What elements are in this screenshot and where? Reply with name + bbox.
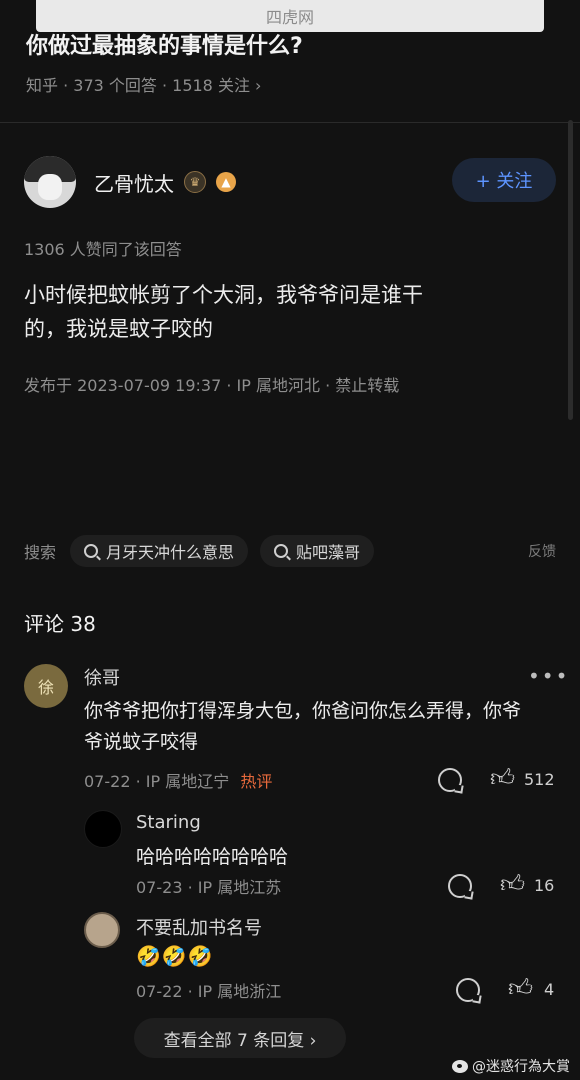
commenter-avatar[interactable] xyxy=(84,912,120,948)
commenter-avatar[interactable]: 徐 xyxy=(24,664,68,708)
search-icon xyxy=(274,544,289,558)
commenter-name[interactable]: 徐哥 xyxy=(84,664,120,690)
divider xyxy=(0,122,580,123)
comment-meta: 07-22 · IP 属地辽宁 热评 xyxy=(84,768,272,792)
weibo-icon xyxy=(452,1059,468,1073)
scrollbar[interactable] xyxy=(568,120,573,420)
weibo-watermark: @迷惑行為大賞 xyxy=(452,1056,570,1076)
weibo-watermark-text: @迷惑行為大賞 xyxy=(472,1059,570,1075)
more-options-icon[interactable]: ••• xyxy=(528,664,569,688)
like-count: 16 xyxy=(534,876,555,895)
reply-icon[interactable] xyxy=(438,768,462,792)
commenter-name[interactable]: 不要乱加书名号 xyxy=(136,914,262,940)
answer-line: 的，我说是蚊子咬的 xyxy=(24,317,213,341)
comments-heading: 评论 38 xyxy=(24,612,96,636)
author-name[interactable]: 乙骨忧太 xyxy=(94,168,174,197)
commenter-name[interactable]: Staring xyxy=(136,812,201,833)
search-chip[interactable]: 贴吧藻哥 xyxy=(260,535,375,567)
related-search: 搜索 月牙天冲什么意思 贴吧藻哥 反馈 xyxy=(24,534,556,568)
search-chip-label: 月牙天冲什么意思 xyxy=(106,543,235,562)
search-chip[interactable]: 月牙天冲什么意思 xyxy=(70,535,249,567)
follow-button[interactable]: + 关注 xyxy=(452,158,556,202)
upvote-count: 1306 人赞同了该回答 xyxy=(24,240,182,259)
like-icon[interactable]: 👍︎ xyxy=(490,766,515,790)
view-all-replies-button[interactable]: 查看全部 7 条回复 › xyxy=(134,1018,346,1058)
author-row: 乙骨忧太 ♛ ▲ + 关注 xyxy=(24,154,556,210)
hot-comment-badge: 热评 xyxy=(240,772,273,791)
like-count: 4 xyxy=(544,980,555,999)
answer-body: 小时候把蚊帐剪了个大洞，我爷爷问是谁干 的，我说是蚊子咬的 xyxy=(24,278,529,346)
question-meta[interactable]: 知乎 · 373 个回答 · 1518 关注 › xyxy=(26,72,261,96)
comment-text: 🤣🤣🤣 xyxy=(136,944,214,968)
like-icon[interactable]: 👍︎ xyxy=(508,976,533,1000)
comment-meta-text: 07-22 · IP 属地辽宁 xyxy=(84,772,230,791)
answer-line: 小时候把蚊帐剪了个大洞，我爷爷问是谁干 xyxy=(24,283,423,307)
like-count: 512 xyxy=(524,770,555,789)
answer-meta: 发布于 2023-07-09 19:37 · IP 属地河北 · 禁止转载 xyxy=(24,376,400,395)
reply-icon[interactable] xyxy=(456,978,480,1002)
search-chip-label: 贴吧藻哥 xyxy=(296,543,361,562)
question-title[interactable]: 你做过最抽象的事情是什么? xyxy=(26,28,303,60)
like-icon[interactable]: 👍︎ xyxy=(500,872,525,896)
search-label: 搜索 xyxy=(24,543,57,562)
comment-text: 你爷爷把你打得浑身大包，你爸问你怎么弄得，你爷爷说蚊子咬得 xyxy=(84,700,522,753)
comment-text: 哈哈哈哈哈哈哈哈 xyxy=(136,846,289,868)
comment-meta: 07-23 · IP 属地江苏 xyxy=(136,878,282,897)
commenter-avatar[interactable] xyxy=(84,810,122,848)
reply-icon[interactable] xyxy=(448,874,472,898)
medal-badge-icon: ▲ xyxy=(216,172,236,192)
comment-meta: 07-22 · IP 属地浙江 xyxy=(136,982,282,1001)
search-icon xyxy=(84,544,99,558)
crown-badge-icon: ♛ xyxy=(184,171,206,193)
author-avatar[interactable] xyxy=(24,156,76,208)
feedback-link[interactable]: 反馈 xyxy=(528,541,556,561)
